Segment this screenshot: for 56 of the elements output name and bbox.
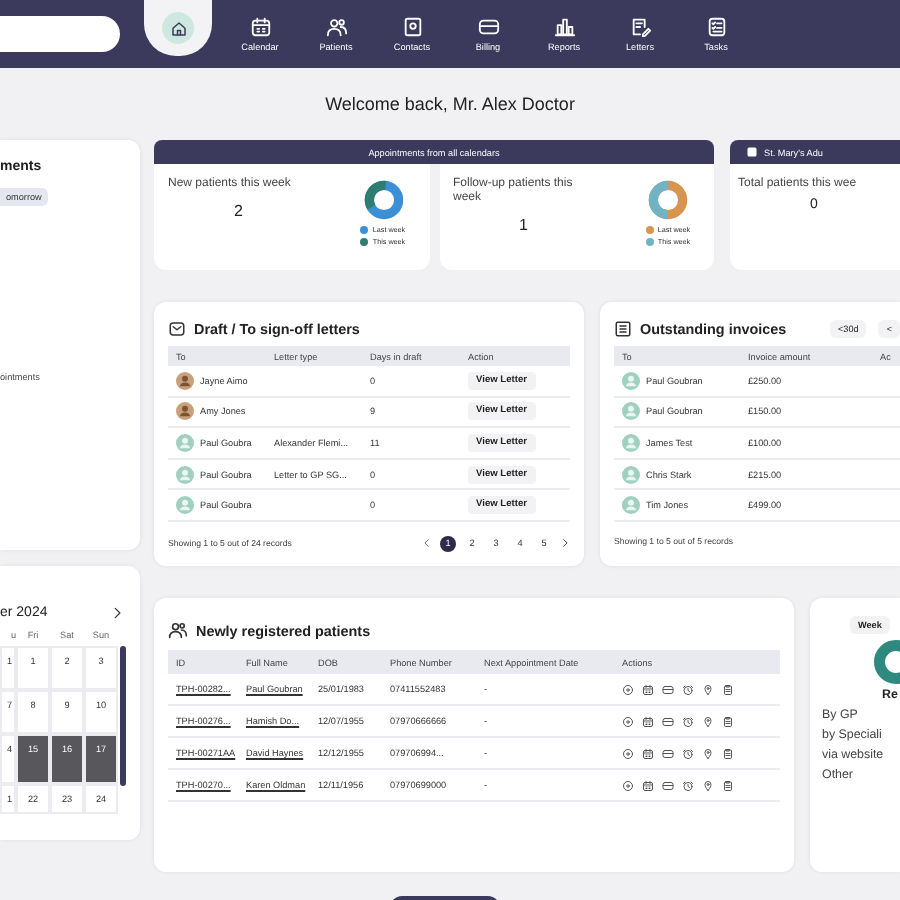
credit-card-icon[interactable] <box>662 683 674 695</box>
avatar-icon <box>622 496 640 515</box>
avatar-icon <box>176 402 194 421</box>
clock-icon[interactable] <box>682 715 694 727</box>
credit-card-icon <box>477 16 499 38</box>
welcome-heading: Welcome back, Mr. Alex Doctor <box>325 94 575 114</box>
credit-card-icon[interactable] <box>662 747 674 759</box>
pin-icon[interactable] <box>702 779 714 791</box>
clipboard-icon[interactable] <box>722 779 734 791</box>
pin-icon[interactable] <box>702 715 714 727</box>
calendar-icon[interactable] <box>642 715 654 727</box>
calendar-icon[interactable] <box>642 747 654 759</box>
target-icon[interactable] <box>622 779 634 791</box>
clipboard-icon[interactable] <box>722 715 734 727</box>
pin-icon[interactable] <box>702 747 714 759</box>
checklist-icon <box>705 16 727 38</box>
stat-value: 1 <box>519 216 530 235</box>
clipboard-icon[interactable] <box>722 747 734 759</box>
donut-chart <box>361 178 405 222</box>
avatar-icon <box>176 496 194 515</box>
clock-icon[interactable] <box>682 747 694 759</box>
list-icon <box>614 319 632 337</box>
calendar-icon <box>249 16 271 38</box>
clipboard-icon[interactable] <box>722 683 734 695</box>
envelope-icon <box>168 319 186 337</box>
credit-card-icon[interactable] <box>662 715 674 727</box>
calendar-icon[interactable] <box>642 683 654 695</box>
pin-icon[interactable] <box>702 683 714 695</box>
calendar-icon[interactable] <box>642 779 654 791</box>
avatar-icon <box>176 465 194 484</box>
scrollbar[interactable] <box>120 646 126 786</box>
bar-chart-icon <box>553 16 575 38</box>
clock-icon[interactable] <box>682 683 694 695</box>
credit-card-icon[interactable] <box>662 779 674 791</box>
donut-chart <box>646 178 690 222</box>
avatar-icon <box>176 433 194 452</box>
home-tab[interactable] <box>144 0 212 56</box>
clock-icon[interactable] <box>682 779 694 791</box>
chevron-right-icon[interactable] <box>560 538 570 549</box>
stat-value: 2 <box>234 202 245 221</box>
home-icon <box>169 19 187 37</box>
avatar-icon <box>176 371 194 390</box>
target-icon[interactable] <box>622 683 634 695</box>
avatar-icon <box>622 402 640 421</box>
contact-card-icon <box>401 16 423 38</box>
target-icon[interactable] <box>622 747 634 759</box>
target-icon[interactable] <box>622 715 634 727</box>
document-pen-icon <box>629 16 651 38</box>
avatar-icon <box>622 465 640 484</box>
search-field[interactable] <box>0 16 120 52</box>
avatar-icon <box>622 433 640 452</box>
people-icon <box>168 620 188 640</box>
people-icon <box>325 16 347 38</box>
chevron-left-icon[interactable] <box>422 538 432 549</box>
chevron-right-icon[interactable] <box>110 606 124 620</box>
avatar-icon <box>622 371 640 390</box>
